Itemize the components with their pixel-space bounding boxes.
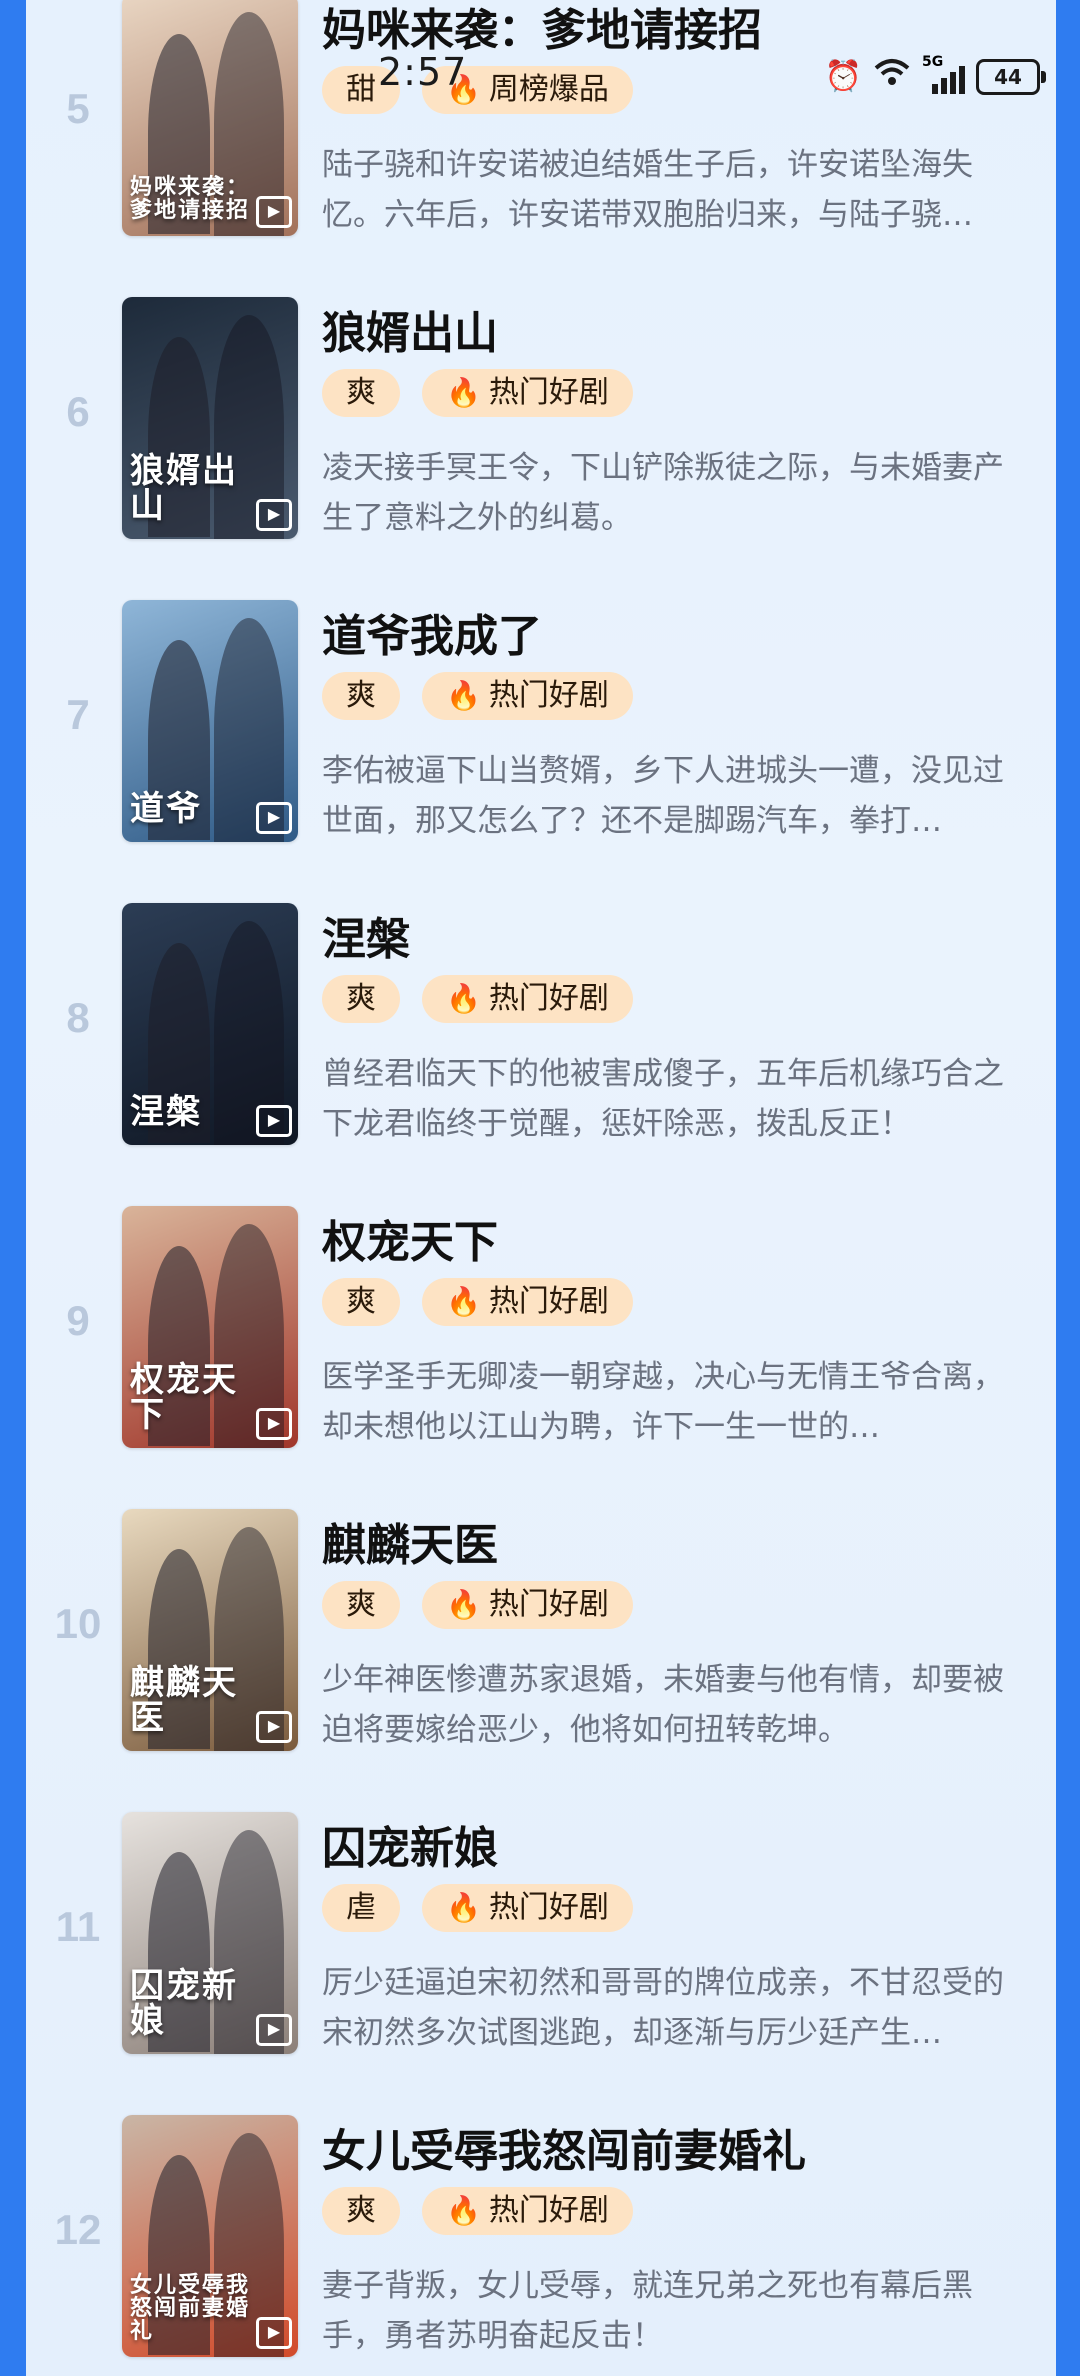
wifi-icon (872, 56, 912, 97)
genre-tag: 爽 (322, 1278, 400, 1326)
rank-number: 9 (66, 1297, 90, 1344)
fire-icon: 🔥 (446, 982, 481, 1015)
rank-number: 11 (55, 1903, 101, 1950)
play-badge-icon: ▶ (256, 499, 292, 531)
drama-list-item[interactable]: 6 狼婿出山 ▶ 狼婿出山 爽 🔥 热门好剧 凌天接手冥王令，下山铲除叛徒之际，与… (26, 283, 1056, 583)
play-badge-icon: ▶ (256, 2317, 292, 2349)
poster-title: 道爷 (130, 789, 202, 830)
drama-description: 陆子骁和许安诺被迫结婚生子后，许安诺坠海失忆。六年后，许安诺带双胞胎归来，与陆子… (322, 147, 973, 233)
drama-poster[interactable]: 狼婿出山 ▶ (122, 297, 298, 539)
drama-list-item[interactable]: 11 囚宠新娘 ▶ 囚宠新娘 虐 🔥 热门好剧 厉少廷逼迫宋初然和哥哥的牌位成亲，… (26, 1798, 1056, 2098)
play-badge-icon: ▶ (256, 1408, 292, 1440)
tag-row: 爽 🔥 热门好剧 (322, 975, 633, 1023)
drama-poster[interactable]: 囚宠新娘 ▶ (122, 1812, 298, 2054)
fire-icon: 🔥 (446, 1285, 481, 1318)
drama-poster[interactable]: 涅槃 ▶ (122, 903, 298, 1145)
drama-description: 李佑被逼下山当赘婿，乡下人进城头一遭，没见过世面，那又怎么了？还不是脚踢汽车，拳… (322, 753, 1004, 839)
drama-poster[interactable]: 麒麟天医 ▶ (122, 1509, 298, 1751)
network-type: 5G (922, 53, 944, 70)
genre-tag: 虐 (322, 1884, 400, 1932)
drama-description: 曾经君临天下的他被害成傻子，五年后机缘巧合之下龙君临终于觉醒，惩奸除恶，拨乱反正… (322, 1056, 1004, 1142)
play-badge-icon: ▶ (256, 2014, 292, 2046)
rank-number: 8 (66, 994, 90, 1041)
tag-row: 爽 🔥 热门好剧 (322, 672, 633, 720)
status-time: 2:57 (378, 50, 468, 94)
hot-badge-label: 热门好剧 (488, 1587, 609, 1622)
drama-poster[interactable]: 道爷 ▶ (122, 600, 298, 842)
genre-tag: 爽 (322, 672, 400, 720)
ranking-panel: 5 妈咪来袭：爹地请接招 ▶ 妈咪来袭：爹地请接招 甜 🔥 周榜爆品 陆子骁和许安… (26, 0, 1056, 2376)
genre-tag: 爽 (322, 975, 400, 1023)
drama-title[interactable]: 囚宠新娘 (322, 1812, 498, 1876)
battery-indicator: 44 (976, 58, 1046, 95)
poster-title: 囚宠新娘 (130, 1965, 238, 2042)
rank-number: 10 (54, 1600, 102, 1647)
drama-title[interactable]: 麒麟天医 (322, 1509, 498, 1573)
hot-badge-label: 热门好剧 (488, 678, 609, 713)
rank-number: 12 (54, 2206, 102, 2253)
tag-row: 爽 🔥 热门好剧 (322, 369, 633, 417)
hot-badge-label: 热门好剧 (488, 981, 609, 1016)
fire-icon: 🔥 (446, 2194, 481, 2227)
tag-row: 爽 🔥 热门好剧 (322, 1278, 633, 1326)
drama-description: 医学圣手无卿凌一朝穿越，决心与无情王爷合离，却未想他以江山为聘，许下一生一世的… (322, 1359, 1004, 1445)
tag-row: 虐 🔥 热门好剧 (322, 1884, 633, 1932)
genre-tag: 爽 (322, 1581, 400, 1629)
play-badge-icon: ▶ (256, 196, 292, 228)
status-bar: 2:57 ⏰ 5G 44 (0, 40, 1080, 100)
hot-badge: 🔥 热门好剧 (422, 975, 633, 1023)
fire-icon: 🔥 (446, 1891, 481, 1924)
drama-title[interactable]: 狼婿出山 (322, 297, 498, 361)
drama-description: 厉少廷逼迫宋初然和哥哥的牌位成亲，不甘忍受的宋初然多次试图逃跑，却逐渐与厉少廷产… (322, 1965, 1004, 2051)
hot-badge: 🔥 热门好剧 (422, 1278, 633, 1326)
drama-poster[interactable]: 女儿受辱我怒闯前妻婚礼 ▶ (122, 2115, 298, 2357)
hot-badge: 🔥 热门好剧 (422, 1581, 633, 1629)
drama-list-item[interactable]: 8 涅槃 ▶ 涅槃 爽 🔥 热门好剧 曾经君临天下的他被害成傻子，五年后机缘巧合之… (26, 889, 1056, 1189)
drama-list-item[interactable]: 7 道爷 ▶ 道爷我成了 爽 🔥 热门好剧 李佑被逼下山当赘婿，乡下人进城头一遭，… (26, 586, 1056, 886)
fire-icon: 🔥 (446, 376, 481, 409)
rank-number: 6 (66, 388, 90, 435)
fire-icon: 🔥 (446, 679, 481, 712)
hot-badge-label: 热门好剧 (488, 1284, 609, 1319)
poster-title: 妈咪来袭：爹地请接招 (130, 174, 251, 223)
poster-title: 麒麟天医 (130, 1662, 238, 1739)
drama-description: 少年神医惨遭苏家退婚，未婚妻与他有情，却要被迫将要嫁给恶少，他将如何扭转乾坤。 (322, 1662, 1004, 1748)
drama-poster[interactable]: 权宠天下 ▶ (122, 1206, 298, 1448)
drama-title[interactable]: 女儿受辱我怒闯前妻婚礼 (322, 2115, 806, 2179)
status-icons: ⏰ 5G 44 (824, 54, 1046, 97)
hot-badge: 🔥 热门好剧 (422, 672, 633, 720)
drama-poster[interactable]: 妈咪来袭：爹地请接招 ▶ (122, 0, 298, 236)
tag-row: 爽 🔥 热门好剧 (322, 1581, 633, 1629)
cellular-signal-icon: 5G (922, 54, 966, 94)
poster-title: 涅槃 (130, 1092, 202, 1133)
alarm-icon: ⏰ (824, 58, 862, 94)
drama-description: 妻子背叛，女儿受辱，就连兄弟之死也有幕后黑手，勇者苏明奋起反击！ (322, 2268, 973, 2354)
rank-number: 7 (66, 691, 90, 738)
drama-list-item[interactable]: 12 女儿受辱我怒闯前妻婚礼 ▶ 女儿受辱我怒闯前妻婚礼 爽 🔥 热门好剧 妻子背… (26, 2101, 1056, 2376)
hot-badge-label: 热门好剧 (488, 1890, 609, 1925)
hot-badge: 🔥 热门好剧 (422, 2187, 633, 2235)
drama-description: 凌天接手冥王令，下山铲除叛徒之际，与未婚妻产生了意料之外的纠葛。 (322, 450, 1004, 536)
tag-row: 爽 🔥 热门好剧 (322, 2187, 633, 2235)
play-badge-icon: ▶ (256, 1105, 292, 1137)
hot-badge-label: 热门好剧 (488, 2193, 609, 2228)
drama-title[interactable]: 道爷我成了 (322, 600, 542, 664)
poster-title: 女儿受辱我怒闯前妻婚礼 (130, 2272, 251, 2344)
hot-badge: 🔥 热门好剧 (422, 369, 633, 417)
fire-icon: 🔥 (446, 1588, 481, 1621)
drama-list-item[interactable]: 10 麒麟天医 ▶ 麒麟天医 爽 🔥 热门好剧 少年神医惨遭苏家退婚，未婚妻与他有… (26, 1495, 1056, 1795)
play-badge-icon: ▶ (256, 1711, 292, 1743)
drama-title[interactable]: 权宠天下 (322, 1206, 498, 1270)
play-badge-icon: ▶ (256, 802, 292, 834)
drama-title[interactable]: 涅槃 (322, 903, 410, 967)
hot-badge: 🔥 热门好剧 (422, 1884, 633, 1932)
poster-title: 狼婿出山 (130, 450, 238, 527)
genre-tag: 爽 (322, 2187, 400, 2235)
hot-badge-label: 热门好剧 (488, 375, 609, 410)
genre-tag: 爽 (322, 369, 400, 417)
drama-list-item[interactable]: 9 权宠天下 ▶ 权宠天下 爽 🔥 热门好剧 医学圣手无卿凌一朝穿越，决心与无情王… (26, 1192, 1056, 1492)
poster-title: 权宠天下 (130, 1359, 238, 1436)
